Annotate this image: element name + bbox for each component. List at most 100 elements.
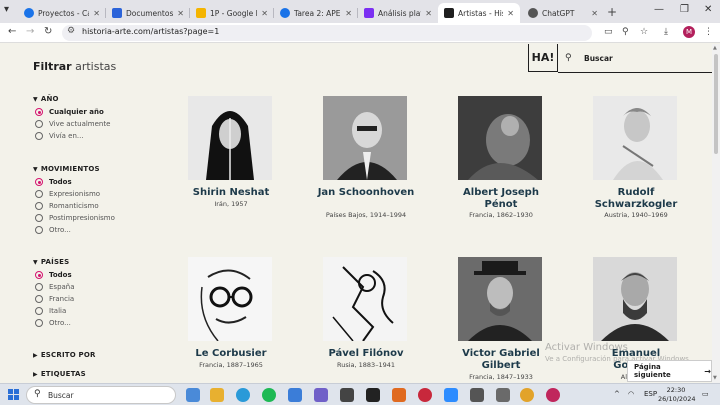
filter-section-movements[interactable]: ▼ MOVIMIENTOS — [33, 165, 100, 173]
close-tab-icon[interactable]: ✕ — [591, 9, 598, 18]
scrollbar-thumb[interactable] — [714, 54, 718, 154]
restore-icon[interactable]: ❐ — [680, 4, 689, 15]
artist-photo[interactable] — [323, 257, 407, 341]
zoom-icon[interactable]: ⚲ — [622, 27, 629, 37]
filter-option[interactable]: Romanticismo — [35, 202, 99, 210]
app-icon[interactable] — [418, 388, 432, 402]
close-tab-icon[interactable]: ✕ — [345, 9, 352, 18]
filter-option[interactable]: Otro... — [35, 319, 71, 327]
filter-section-year[interactable]: ▼ AÑO — [33, 95, 59, 103]
close-tab-icon[interactable]: ✕ — [507, 9, 514, 18]
search-icon[interactable]: ⚲ — [565, 53, 572, 63]
filter-option[interactable]: Postimpresionismo — [35, 214, 115, 222]
close-tab-icon[interactable]: ✕ — [261, 9, 268, 18]
artist-name[interactable]: Pável Filónov — [301, 348, 431, 360]
radio-icon[interactable] — [35, 132, 43, 140]
url-field[interactable]: ⚙ historia-arte.com/artistas?page=1 — [62, 25, 592, 41]
artist-photo[interactable] — [458, 257, 542, 341]
tab-documentos[interactable]: Documentos de✕ — [106, 3, 190, 23]
menu-dots-icon[interactable]: ⋮ — [704, 27, 713, 37]
radio-icon[interactable] — [35, 214, 43, 222]
radio-icon[interactable] — [35, 202, 43, 210]
radio-icon[interactable] — [35, 319, 43, 327]
task-view-icon[interactable] — [186, 388, 200, 402]
notion-icon[interactable] — [366, 388, 380, 402]
bookmark-star-icon[interactable]: ☆ — [640, 27, 648, 37]
artist-name[interactable]: Albert Joseph Pénot — [446, 187, 556, 211]
wifi-icon[interactable]: ◠ — [628, 390, 634, 398]
app-icon[interactable] — [392, 388, 406, 402]
filter-option[interactable]: España — [35, 283, 75, 291]
close-tab-icon[interactable]: ✕ — [93, 9, 100, 18]
new-tab-button[interactable]: + — [607, 5, 617, 19]
radio-icon[interactable] — [35, 120, 43, 128]
artist-name[interactable]: Le Corbusier — [166, 348, 296, 360]
filter-section-written-by[interactable]: ▶ ESCRITO POR — [33, 351, 96, 359]
file-explorer-icon[interactable] — [210, 388, 224, 402]
tab-chatgpt[interactable]: ChatGPT ✕ — [522, 3, 604, 23]
artist-photo[interactable] — [188, 96, 272, 180]
filter-option[interactable]: Todos — [35, 271, 72, 279]
edge-icon[interactable] — [236, 388, 250, 402]
close-window-icon[interactable]: ✕ — [704, 4, 712, 15]
artist-photo[interactable] — [593, 96, 677, 180]
filter-option[interactable]: Cualquier año — [35, 108, 104, 116]
app-icon[interactable] — [470, 388, 484, 402]
close-tab-icon[interactable]: ✕ — [425, 9, 432, 18]
radio-icon[interactable] — [35, 283, 43, 291]
filter-section-tags[interactable]: ▶ ETIQUETAS — [33, 370, 86, 378]
filter-section-countries[interactable]: ▼ PAÍSES — [33, 258, 69, 266]
tab-google-drive[interactable]: 1P - Google Driv✕ — [190, 3, 274, 23]
artist-photo[interactable] — [593, 257, 677, 341]
store-icon[interactable] — [288, 388, 302, 402]
artist-name[interactable]: Jan Schoonhoven — [301, 187, 431, 199]
radio-icon[interactable] — [35, 226, 43, 234]
spotify-icon[interactable] — [262, 388, 276, 402]
profile-avatar[interactable]: M — [683, 26, 695, 38]
site-logo[interactable]: HA! — [528, 44, 558, 72]
teams-icon[interactable] — [314, 388, 328, 402]
download-icon[interactable]: ⤓ — [664, 27, 668, 37]
artist-name[interactable]: Shirin Neshat — [166, 187, 296, 199]
app-icon[interactable] — [496, 388, 510, 402]
filter-option[interactable]: Francia — [35, 295, 74, 303]
filter-option[interactable]: Vivía en... — [35, 132, 84, 140]
radio-icon[interactable] — [35, 295, 43, 303]
scroll-up-icon[interactable]: ▲ — [713, 45, 717, 51]
cast-icon[interactable]: ▭ — [604, 27, 613, 37]
minimize-icon[interactable]: — — [654, 4, 664, 15]
zoom-app-icon[interactable] — [444, 388, 458, 402]
close-tab-icon[interactable]: ✕ — [177, 9, 184, 18]
chrome-icon[interactable] — [520, 388, 534, 402]
reload-icon[interactable]: ↻ — [44, 26, 52, 37]
windows-start-icon[interactable] — [8, 389, 19, 400]
taskbar-search-field[interactable]: ⚲ Buscar — [26, 386, 176, 404]
tab-proyectos[interactable]: Proyectos - Canv✕ — [18, 3, 106, 23]
calendar-icon[interactable] — [340, 388, 354, 402]
tab-artistas-active[interactable]: Artistas - Histor✕ — [438, 3, 520, 23]
tray-expand-icon[interactable]: ^ — [614, 390, 620, 398]
back-icon[interactable]: ← — [8, 26, 16, 37]
artist-photo[interactable] — [188, 257, 272, 341]
radio-selected-icon[interactable] — [35, 178, 43, 186]
artist-name[interactable]: Victor Gabriel Gilbert — [451, 348, 551, 372]
taskbar-clock[interactable]: 22:30 26/10/2024 — [658, 386, 695, 404]
scroll-down-icon[interactable]: ▼ — [713, 375, 717, 381]
artist-photo[interactable] — [323, 96, 407, 180]
tab-search-icon[interactable]: ▾ — [4, 4, 9, 15]
radio-icon[interactable] — [35, 190, 43, 198]
filter-option[interactable]: Expresionismo — [35, 190, 100, 198]
chrome-profile-icon[interactable] — [546, 388, 560, 402]
lang-indicator[interactable]: ESP — [644, 390, 657, 398]
filter-option[interactable]: Otro... — [35, 226, 71, 234]
notification-icon[interactable]: ▭ — [702, 390, 709, 398]
filter-option[interactable]: Todos — [35, 178, 72, 186]
page-scrollbar[interactable]: ▲ ▼ — [712, 44, 720, 383]
artist-name[interactable]: Rudolf Schwarzkogler — [581, 187, 691, 211]
artist-photo[interactable] — [458, 96, 542, 180]
radio-icon[interactable] — [35, 307, 43, 315]
tab-analisis[interactable]: Análisis platafor✕ — [358, 3, 438, 23]
filter-option[interactable]: Italia — [35, 307, 66, 315]
next-page-button[interactable]: Página siguiente → — [627, 360, 712, 382]
site-info-icon[interactable]: ⚙ — [67, 26, 75, 36]
